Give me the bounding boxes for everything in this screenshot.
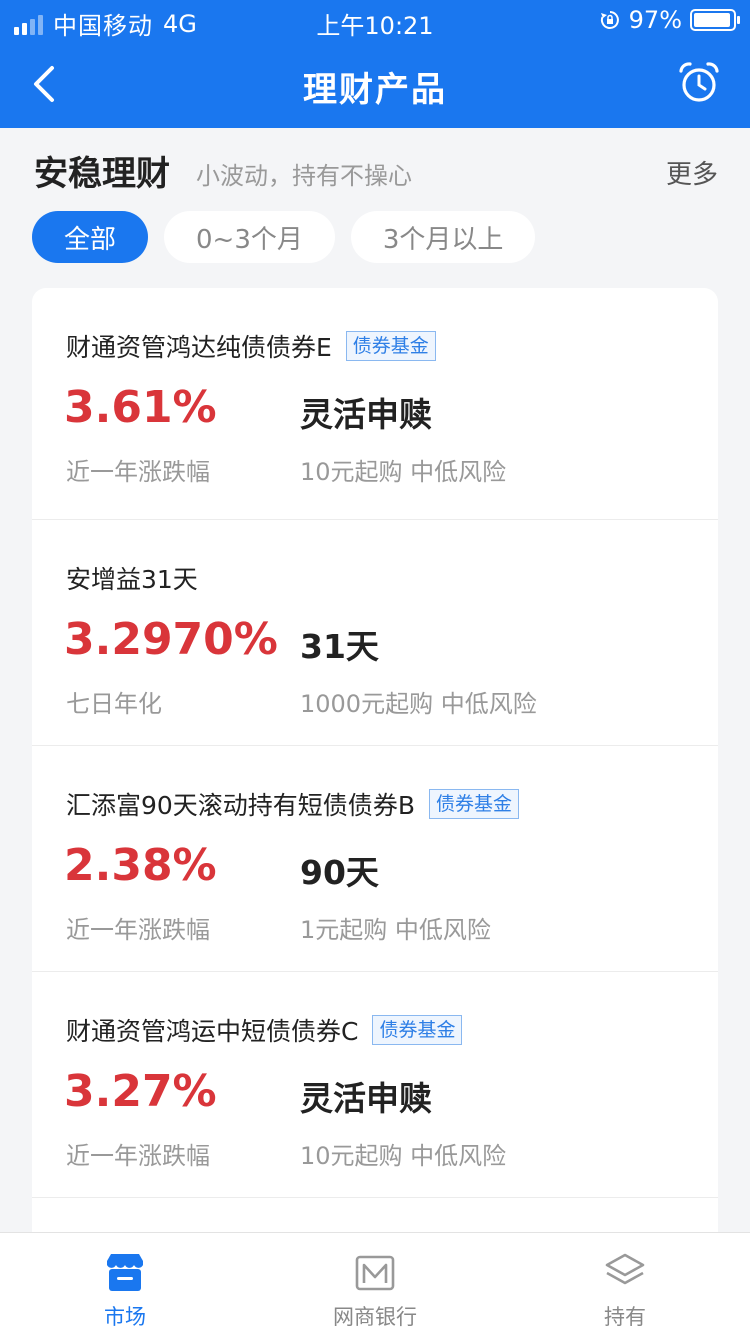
tab-label: 持有 <box>604 1305 646 1329</box>
product-name: 汇添富90天滚动持有短债债券B <box>66 791 415 820</box>
filter-over-3-months[interactable]: 3个月以上 <box>350 211 536 263</box>
product-item[interactable]: 财通资管鸿达纯债债券E 债券基金 3.61% 灵活申赎 近一年涨跌幅 10元起购… <box>32 288 718 520</box>
more-link[interactable]: 更多 <box>666 154 718 191</box>
section-subtitle: 小波动，持有不操心 <box>196 162 412 190</box>
product-term: 灵活申赎 <box>300 395 432 434</box>
product-tag: 债券基金 <box>428 789 519 819</box>
product-term: 灵活申赎 <box>300 1079 432 1118</box>
rate-label: 近一年涨跌幅 <box>66 458 210 486</box>
section-header: 安稳理财 小波动，持有不操心 更多 <box>34 146 718 196</box>
tab-mybank[interactable]: 网商银行 <box>250 1233 500 1334</box>
rate-label: 近一年涨跌幅 <box>66 1142 210 1170</box>
nav-bar: 理财产品 <box>0 40 750 128</box>
product-tag: 债券基金 <box>372 1015 463 1045</box>
layers-icon <box>605 1253 645 1285</box>
battery-percent: 97% <box>628 6 682 34</box>
product-name: 财通资管鸿达纯债债券E <box>66 333 332 362</box>
header: 中国移动 4G 上午10:21 97% 理财产品 <box>0 0 750 128</box>
bottom-tab-bar: 市场 网商银行 持有 <box>0 1232 750 1334</box>
filter-pills: 全部 0~3个月 3个月以上 <box>32 211 536 263</box>
tab-label: 网商银行 <box>333 1305 417 1329</box>
product-term: 31天 <box>300 627 379 666</box>
term-label: 10元起购 中低风险 <box>300 458 507 486</box>
rate-label: 七日年化 <box>66 690 162 718</box>
product-rate: 3.27% <box>64 1066 217 1117</box>
page-title: 理财产品 <box>303 70 447 110</box>
rate-label: 近一年涨跌幅 <box>66 916 210 944</box>
product-rate: 2.38% <box>64 840 217 891</box>
product-rate: 3.61% <box>64 382 217 433</box>
store-icon <box>107 1254 143 1291</box>
tab-holdings[interactable]: 持有 <box>500 1233 750 1334</box>
alarm-clock-icon[interactable] <box>676 60 722 106</box>
product-item[interactable]: 财通资管鸿运中短债债券C 债券基金 3.27% 灵活申赎 近一年涨跌幅 10元起… <box>32 972 718 1198</box>
product-tag: 债券基金 <box>345 331 436 361</box>
product-list: 财通资管鸿达纯债债券E 债券基金 3.61% 灵活申赎 近一年涨跌幅 10元起购… <box>32 288 718 1248</box>
term-label: 10元起购 中低风险 <box>300 1142 507 1170</box>
term-label: 1元起购 中低风险 <box>300 916 491 944</box>
filter-0-3-months[interactable]: 0~3个月 <box>164 211 335 263</box>
section-title: 安稳理财 <box>34 154 170 194</box>
product-item[interactable]: 安增益31天 3.2970% 31天 七日年化 1000元起购 中低风险 <box>32 520 718 746</box>
orientation-lock-icon <box>600 11 619 29</box>
tab-market[interactable]: 市场 <box>0 1233 250 1334</box>
product-name: 安增益31天 <box>66 565 198 594</box>
mybank-icon <box>355 1255 395 1291</box>
product-item[interactable]: 汇添富90天滚动持有短债债券B 债券基金 2.38% 90天 近一年涨跌幅 1元… <box>32 746 718 972</box>
term-label: 1000元起购 中低风险 <box>300 690 537 718</box>
product-rate: 3.2970% <box>64 614 278 665</box>
tab-label: 市场 <box>104 1305 146 1329</box>
status-bar: 中国移动 4G 上午10:21 97% <box>0 0 750 40</box>
battery-icon <box>690 9 740 31</box>
product-term: 90天 <box>300 853 379 892</box>
filter-all[interactable]: 全部 <box>32 211 149 263</box>
product-name: 财通资管鸿运中短债债券C <box>66 1017 359 1046</box>
